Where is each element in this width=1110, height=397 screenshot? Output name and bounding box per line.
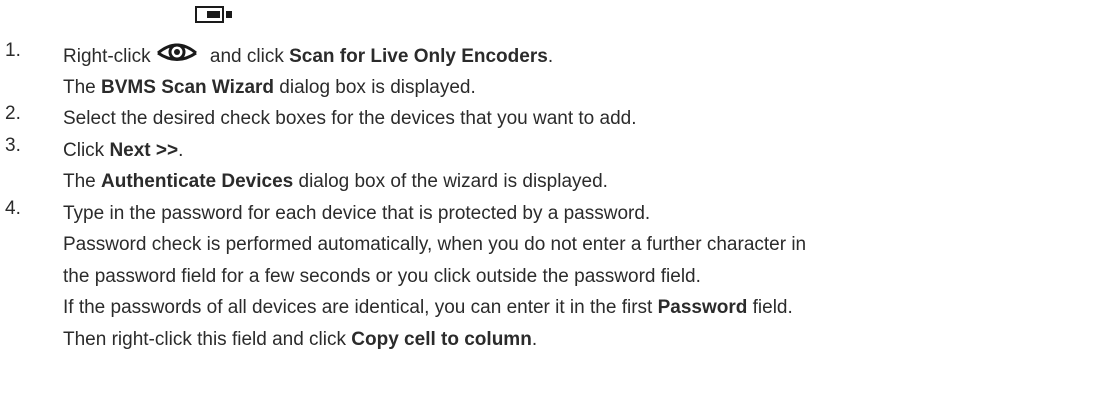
step-text: . (547, 46, 554, 67)
step-3: 3. Click Next >>. The Authenticate Devices… (0, 135, 1110, 198)
ui-term: Next >> (109, 139, 179, 161)
step-number: 4. (5, 197, 21, 219)
procedure-steps: 1. Right-click and click Scan for Live On… (0, 40, 1110, 355)
step-text-line: Right-click and click Scan for Live Only… (63, 40, 1110, 72)
step-text-line: the password field for a few seconds or … (63, 261, 1110, 293)
ui-term: Scan for Live Only Encoders (289, 46, 548, 67)
step-number: 1. (5, 40, 21, 61)
step-1: 1. Right-click and click Scan for Live On… (0, 40, 1110, 103)
step-number: 2. (5, 103, 21, 124)
step-text: and click (209, 46, 290, 67)
ui-term: Authenticate Devices (101, 171, 294, 192)
step-text: Click (63, 139, 110, 161)
step-text: Then right-click this field and click (63, 328, 352, 350)
step-text: Select the desired check boxes for the d… (63, 108, 637, 129)
step-text: dialog box of the wizard is displayed. (293, 171, 608, 192)
encoder-device-icon (195, 6, 232, 23)
step-text-line: If the passwords of all devices are iden… (63, 292, 1110, 324)
step-text: . (531, 328, 538, 350)
step-text: the password field for a few seconds or … (63, 265, 701, 287)
step-text: Type in the password for each device tha… (63, 202, 651, 224)
step-text: If the passwords of all devices are iden… (63, 297, 658, 318)
step-text: . (178, 139, 184, 161)
step-text-line: Type in the password for each device tha… (63, 198, 1110, 230)
step-text: field. (747, 297, 793, 318)
step-text-line: The BVMS Scan Wizard dialog box is displ… (63, 72, 1110, 104)
step-text: dialog box is displayed. (274, 76, 476, 98)
step-text: The (63, 171, 102, 192)
step-2: 2. Select the desired check boxes for the… (0, 103, 1110, 135)
step-text-line: Select the desired check boxes for the d… (63, 103, 1110, 135)
step-text-line: Click Next >>. (63, 135, 1110, 167)
step-text-line: Then right-click this field and click Co… (63, 324, 1110, 356)
step-text: The (63, 76, 102, 98)
step-text: Password check is performed automaticall… (63, 234, 807, 255)
live-eye-icon (156, 40, 198, 64)
step-text-line: Password check is performed automaticall… (63, 229, 1110, 261)
step-number: 3. (5, 134, 21, 156)
step-text: Right-click (63, 46, 156, 67)
ui-term: Copy cell to column (351, 328, 532, 350)
step-text-line: The Authenticate Devices dialog box of t… (63, 166, 1110, 198)
ui-term: Password (657, 297, 748, 318)
ui-term: BVMS Scan Wizard (101, 76, 275, 98)
step-4: 4. Type in the password for each device t… (0, 198, 1110, 356)
